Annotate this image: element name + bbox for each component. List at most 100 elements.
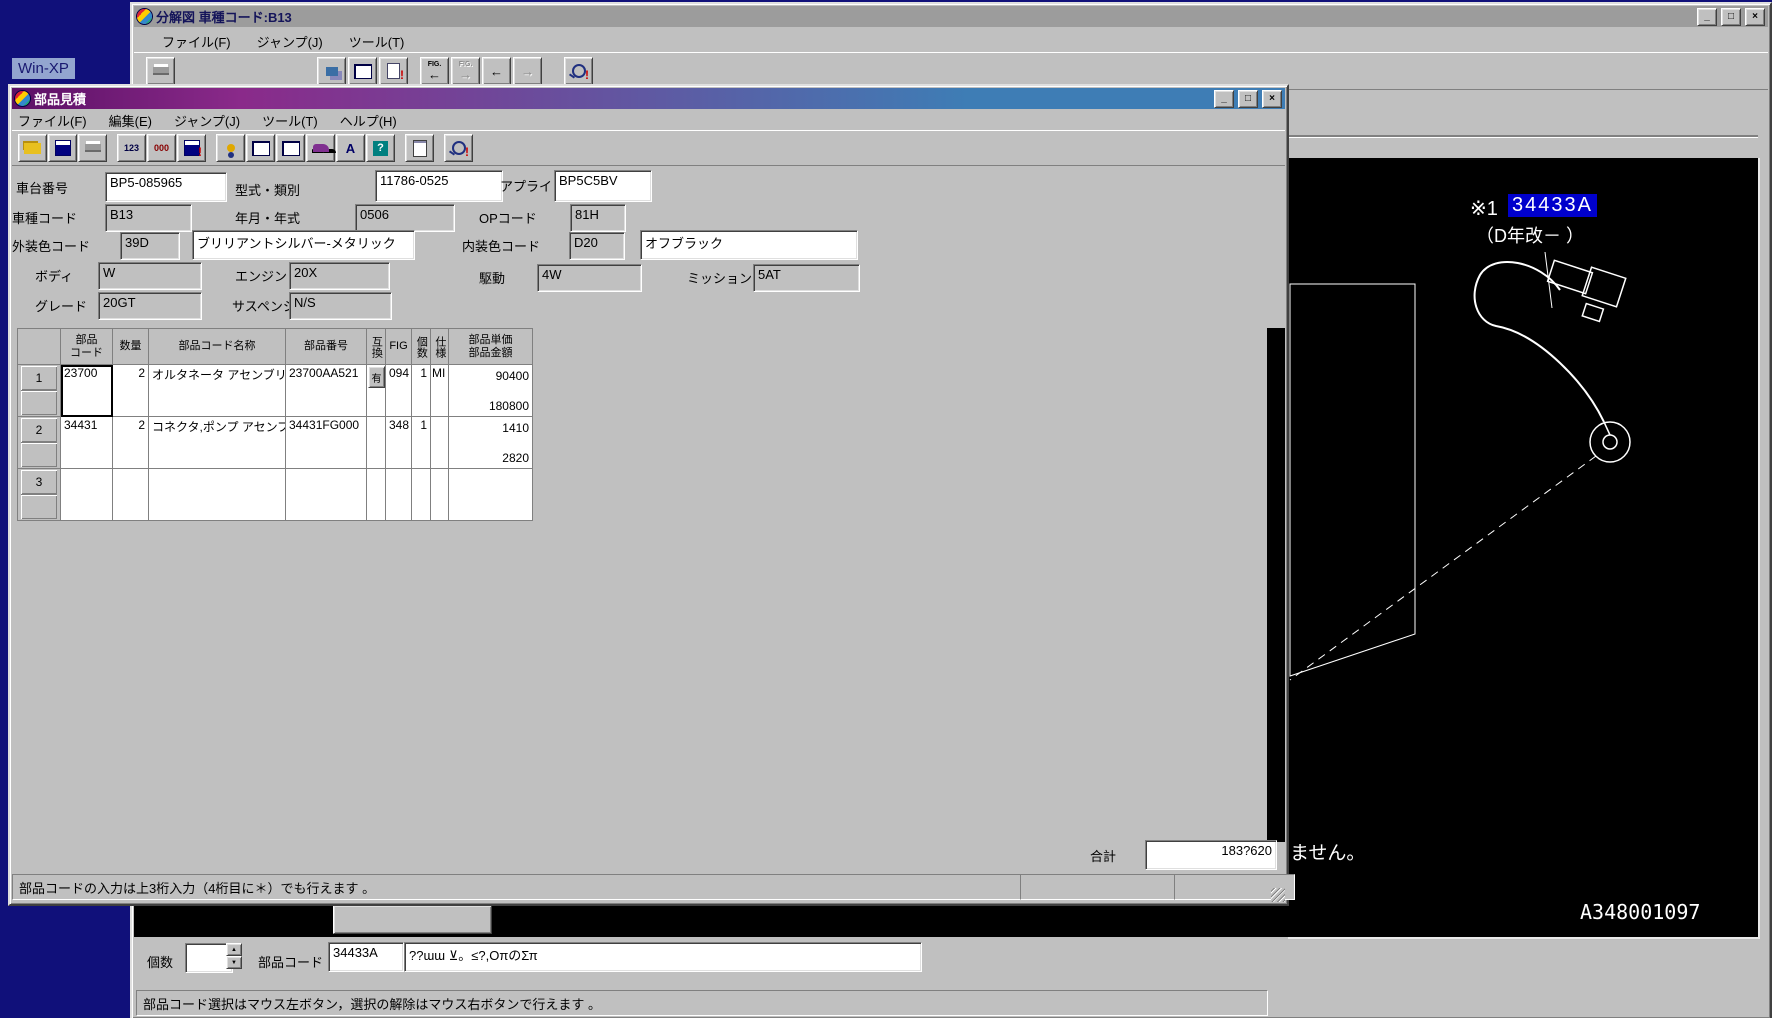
stepper-down-icon[interactable]: ▼	[226, 956, 242, 969]
row-select-button[interactable]: 3	[18, 469, 61, 521]
cell-compat[interactable]	[367, 469, 386, 521]
menu-tool[interactable]: ツール(T)	[262, 111, 318, 130]
doc-warning-button[interactable]: !	[379, 57, 408, 85]
cell-part-name[interactable]: オルタネータ アセンブリ	[149, 365, 286, 417]
applied-field[interactable]: BP5C5BV	[554, 170, 652, 202]
cell-spec[interactable]: MI	[431, 365, 449, 417]
mitsumori-title: 部品見積	[34, 89, 1210, 108]
part-code-input[interactable]: 34433A	[328, 942, 404, 972]
maximize-button[interactable]: □	[1721, 8, 1741, 26]
cell-fig[interactable]: 094	[386, 365, 412, 417]
cell-compat[interactable]	[367, 417, 386, 469]
row-select-button[interactable]: 1	[18, 365, 61, 417]
menu-file[interactable]: ファイル(F)	[162, 32, 231, 51]
renumber-button[interactable]: 000	[147, 134, 176, 162]
bunkaizu-titlebar[interactable]: 分解図 車種コード:B13 _ □ ×	[134, 6, 1768, 27]
menu-jump[interactable]: ジャンプ(J)	[257, 32, 323, 51]
cell-part-number[interactable]: 23700AA521	[286, 365, 367, 417]
mitsumori-titlebar[interactable]: 部品見積 _ □ ×	[12, 88, 1285, 109]
font-A-icon: A	[346, 141, 355, 156]
total-field: 183?620	[1145, 840, 1277, 870]
menu-edit[interactable]: 編集(E)	[109, 111, 152, 130]
window-swap-icon	[326, 67, 338, 76]
person-icon	[227, 144, 235, 152]
cell-fig[interactable]: 348	[386, 417, 412, 469]
fig-window-icon	[282, 141, 300, 156]
cell-count[interactable]: 1	[412, 365, 431, 417]
warning-icon: !	[585, 68, 589, 82]
preview-button[interactable]: !	[444, 134, 473, 162]
cell-part-number[interactable]	[286, 469, 367, 521]
cell-part-code[interactable]	[61, 469, 113, 521]
cell-spec[interactable]	[431, 417, 449, 469]
stepper-up-icon[interactable]: ▲	[226, 943, 242, 956]
col-part-name: 部品コード名称	[149, 329, 286, 365]
menu-jump[interactable]: ジャンプ(J)	[174, 111, 240, 130]
app-icon	[137, 9, 152, 24]
cell-compat[interactable]: 有	[367, 365, 386, 417]
font-button[interactable]: A	[336, 134, 365, 162]
cell-part-name[interactable]: コネクタ,ポンプ アセンブリ	[149, 417, 286, 469]
close-button[interactable]: ×	[1745, 8, 1765, 26]
cell-qty[interactable]	[113, 469, 149, 521]
fig-window-button[interactable]	[348, 57, 377, 85]
cell-price[interactable]: 90400180800	[449, 365, 533, 417]
nav-back-button[interactable]: ←	[482, 57, 511, 85]
save-edit-button[interactable]: !	[177, 134, 206, 162]
menu-help[interactable]: ヘルプ(H)	[340, 111, 397, 130]
cell-spec[interactable]	[431, 469, 449, 521]
ref-marker: ※1	[1470, 196, 1498, 221]
part-name-field[interactable]: ??ɯɯ ⊻。≤?,OπのΣπ	[404, 942, 922, 972]
minimize-button[interactable]: _	[1697, 8, 1717, 26]
cell-qty[interactable]: 2	[113, 365, 149, 417]
print-button[interactable]	[78, 134, 107, 162]
window-swap-button[interactable]	[317, 57, 346, 85]
help-button[interactable]: ?	[366, 134, 395, 162]
model-field[interactable]: 11786-0525	[375, 170, 503, 202]
cell-count[interactable]: 1	[412, 417, 431, 469]
cell-price[interactable]: 14102820	[449, 417, 533, 469]
cell-part-code[interactable]: 23700	[61, 365, 113, 417]
row-select-button[interactable]: 2	[18, 417, 61, 469]
calculator-icon	[413, 140, 427, 157]
fig-forward-button[interactable]: FIG.→	[451, 57, 480, 85]
cell-price[interactable]	[449, 469, 533, 521]
cell-qty[interactable]: 2	[113, 417, 149, 469]
grid-view-button[interactable]	[246, 134, 275, 162]
warning-icon: !	[198, 145, 202, 159]
cell-part-name[interactable]	[149, 469, 286, 521]
selected-part-code[interactable]: 34433A	[1508, 194, 1597, 217]
maximize-button[interactable]: □	[1238, 90, 1258, 108]
save-floppy-icon	[55, 140, 71, 156]
car-search-button[interactable]	[306, 134, 335, 162]
bunkaizu-statusbar: 部品コード選択はマウス左ボタン，選択の解除はマウス右ボタンで行えます 。	[136, 990, 1268, 1016]
vin-field[interactable]: BP5-085965	[105, 172, 227, 202]
status-text: 部品コードの入力は上3桁入力（4桁目に＊）でも行えます 。	[19, 878, 375, 897]
nav-forward-button[interactable]: →	[513, 57, 542, 85]
fig-view-button[interactable]	[276, 134, 305, 162]
open-button[interactable]	[18, 134, 47, 162]
car-code-field: B13	[105, 204, 192, 232]
cell-part-number[interactable]: 34431FG000	[286, 417, 367, 469]
resize-grip[interactable]	[1271, 888, 1285, 902]
save-button[interactable]	[48, 134, 77, 162]
cell-fig[interactable]	[386, 469, 412, 521]
cell-count[interactable]	[412, 469, 431, 521]
compat-button[interactable]: 有	[368, 366, 385, 388]
customer-button[interactable]	[216, 134, 245, 162]
qty-stepper[interactable]: ▲ ▼	[226, 943, 242, 969]
check-numbers-button[interactable]: 123	[117, 134, 146, 162]
menu-file[interactable]: ファイル(F)	[18, 111, 87, 130]
fig-back-button[interactable]: FIG.←	[420, 57, 449, 85]
scrollbar-thumb[interactable]	[333, 905, 492, 934]
minimize-button[interactable]: _	[1214, 90, 1234, 108]
print-button[interactable]	[146, 57, 175, 85]
ext-color-label: 外装色コード	[12, 236, 90, 255]
desktop-icon-winxp[interactable]: Win-XP	[12, 58, 75, 79]
calculator-button[interactable]	[405, 134, 434, 162]
menu-tool[interactable]: ツール(T)	[349, 32, 405, 51]
magnifier-icon	[572, 64, 586, 78]
preview-button[interactable]: !	[564, 57, 593, 85]
close-button[interactable]: ×	[1262, 90, 1282, 108]
cell-part-code[interactable]: 34431	[61, 417, 113, 469]
